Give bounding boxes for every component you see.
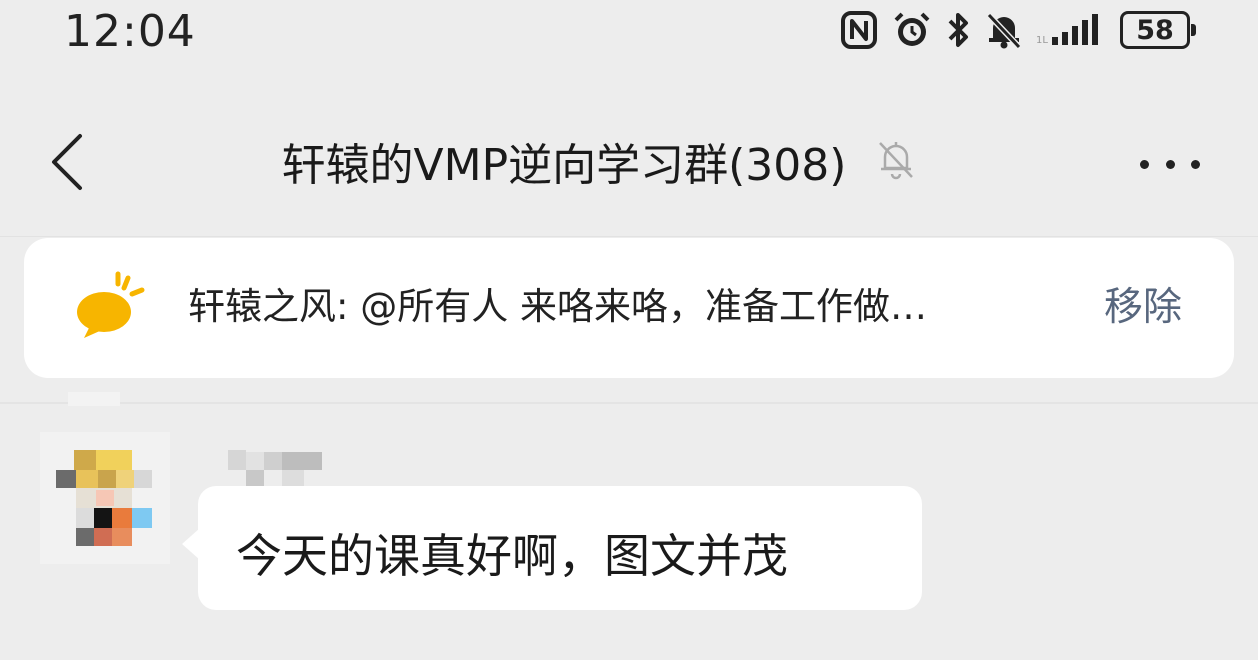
pinned-announcement[interactable]: 轩辕之风: @所有人 来咯来咯，准备工作做… 移除 bbox=[24, 238, 1234, 378]
message-bubble[interactable]: 今天的课真好啊，图文并茂 bbox=[198, 486, 922, 610]
battery-icon: 58 bbox=[1120, 11, 1196, 49]
pinned-message-text[interactable]: 轩辕之风: @所有人 来咯来咯，准备工作做… bbox=[188, 276, 1068, 330]
nfc-icon bbox=[840, 10, 878, 50]
signal-icon: 1L bbox=[1036, 13, 1106, 47]
message-text: 今天的课真好啊，图文并茂 bbox=[236, 529, 788, 583]
bluetooth-icon bbox=[946, 10, 972, 50]
status-time: 12:04 bbox=[64, 6, 196, 57]
chat-bubble-icon bbox=[76, 270, 148, 346]
chat-screen: 12:04 1L 58 轩辕的VMP逆向学习群(308) 轩辕之风: @所有人 … bbox=[0, 0, 1258, 660]
alarm-icon bbox=[892, 10, 932, 50]
remove-pinned-button[interactable]: 移除 bbox=[1104, 276, 1182, 332]
chat-title[interactable]: 轩辕的VMP逆向学习群(308) bbox=[282, 129, 847, 193]
section-divider bbox=[0, 402, 1258, 404]
mute-bell-icon bbox=[986, 10, 1022, 50]
more-dots-icon[interactable] bbox=[1140, 150, 1200, 178]
muted-bell-icon bbox=[876, 137, 916, 185]
pixelated-blur bbox=[68, 392, 120, 406]
header-divider bbox=[0, 236, 1258, 237]
status-icons: 1L 58 bbox=[840, 8, 1196, 52]
svg-text:1L: 1L bbox=[1036, 35, 1048, 46]
header: 轩辕的VMP逆向学习群(308) bbox=[0, 126, 1258, 196]
